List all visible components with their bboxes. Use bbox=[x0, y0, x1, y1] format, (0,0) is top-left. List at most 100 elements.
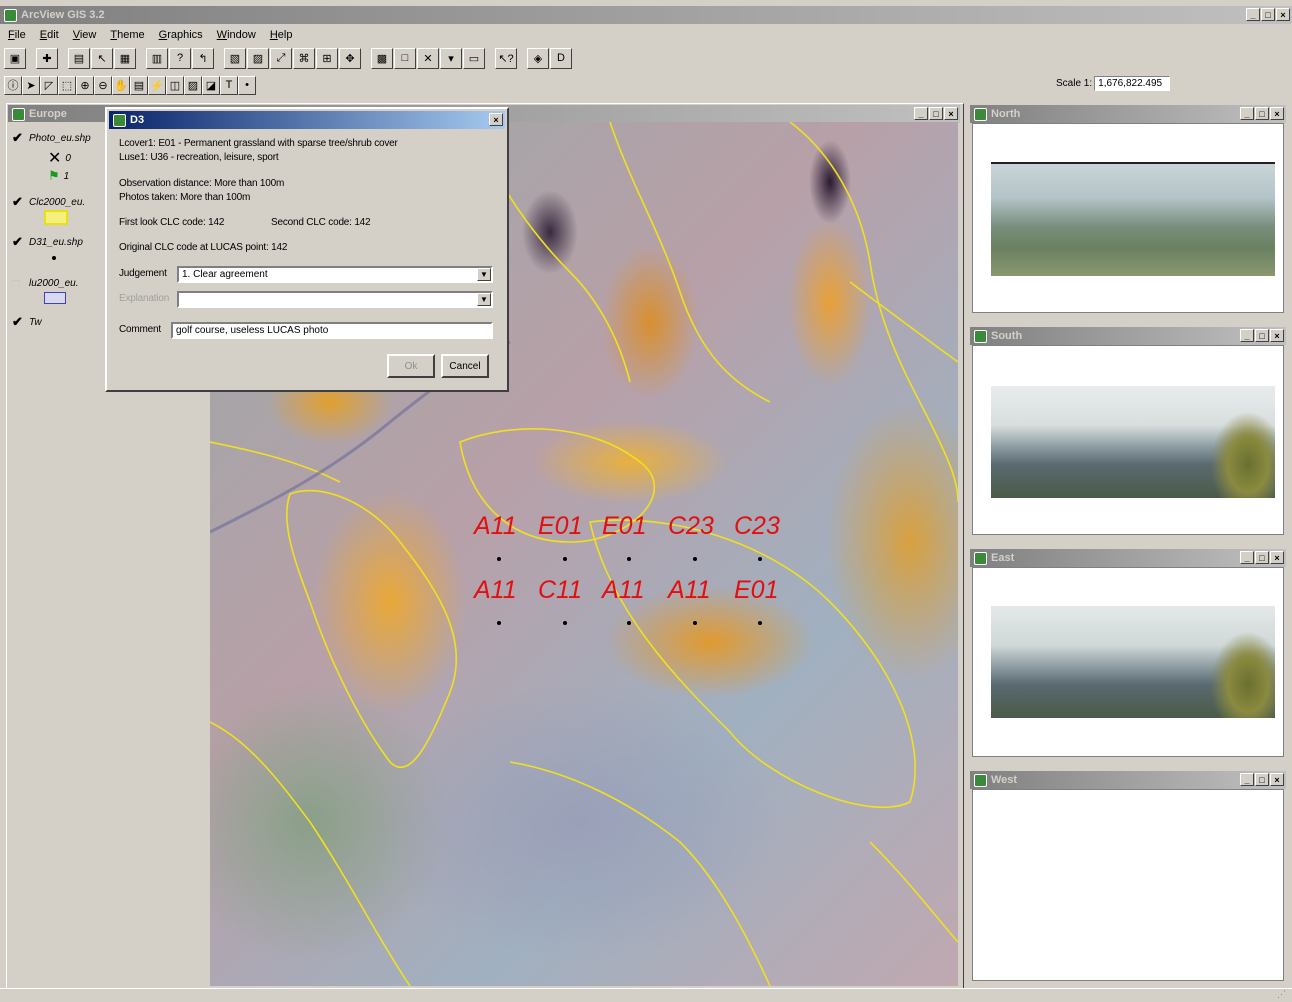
view-close-button[interactable]: × bbox=[944, 107, 958, 120]
dialog-title-bar[interactable]: D3 × bbox=[109, 111, 505, 129]
explanation-select[interactable]: ▼ bbox=[177, 291, 493, 308]
menu-file[interactable]: File bbox=[8, 29, 26, 41]
dropdown-tool-icon[interactable]: ▾ bbox=[440, 47, 462, 69]
lucas-label-r1c3[interactable]: E01 bbox=[602, 512, 646, 541]
lucas-point[interactable] bbox=[497, 557, 501, 561]
close-button[interactable]: × bbox=[1270, 107, 1284, 120]
layout-icon[interactable]: ▭ bbox=[463, 47, 485, 69]
maximize-button[interactable]: □ bbox=[1261, 8, 1275, 21]
chevron-down-icon[interactable]: ▼ bbox=[477, 293, 491, 306]
scale-field[interactable]: 1,676,822.495 bbox=[1094, 76, 1171, 91]
layer-checkbox[interactable]: ✔ bbox=[12, 234, 25, 250]
minimize-button[interactable]: _ bbox=[1240, 551, 1254, 564]
locate-address-icon[interactable]: ↰ bbox=[192, 47, 214, 69]
close-button[interactable]: × bbox=[1270, 329, 1284, 342]
judgement-select[interactable]: 1. Clear agreement ▼ bbox=[177, 266, 493, 283]
zoom-in-fixed-icon[interactable]: ⌘ bbox=[293, 47, 315, 69]
menu-graphics[interactable]: Graphics bbox=[159, 29, 203, 41]
lucas-label-r1c4[interactable]: C23 bbox=[668, 512, 714, 541]
cancel-button[interactable]: Cancel bbox=[441, 354, 489, 378]
label-icon[interactable]: ▨ bbox=[184, 75, 202, 95]
comment-input[interactable]: golf course, useless LUCAS photo bbox=[171, 322, 493, 339]
save-project-icon[interactable]: ▣ bbox=[4, 47, 26, 69]
layer-checkbox[interactable]: ✔ bbox=[12, 194, 25, 210]
clear-selection-icon[interactable]: □ bbox=[394, 47, 416, 69]
menu-theme[interactable]: Theme bbox=[110, 29, 144, 41]
minimize-button[interactable]: _ bbox=[1240, 773, 1254, 786]
layer-checkbox[interactable]: ✔ bbox=[12, 314, 25, 330]
identify-icon[interactable]: ⓘ bbox=[4, 75, 22, 95]
zoom-selected-icon[interactable]: ⤢ bbox=[270, 47, 292, 69]
find-icon[interactable]: ▥ bbox=[146, 47, 168, 69]
layer-checkbox[interactable]: □ bbox=[12, 276, 25, 291]
lucas-label-r2c1[interactable]: A11 bbox=[474, 576, 517, 605]
close-button[interactable]: × bbox=[1270, 773, 1284, 786]
open-table-icon[interactable]: ▦ bbox=[114, 47, 136, 69]
zoom-out-fixed-icon[interactable]: ⊞ bbox=[316, 47, 338, 69]
callout-icon[interactable]: ◪ bbox=[202, 75, 220, 95]
toc-layer-lu2000[interactable]: □ lu2000_eu. bbox=[12, 276, 79, 291]
area-of-interest-icon[interactable]: ◫ bbox=[166, 75, 184, 95]
view-maximize-button[interactable]: □ bbox=[929, 107, 943, 120]
lucas-point[interactable] bbox=[758, 557, 762, 561]
lucas-point[interactable] bbox=[497, 621, 501, 625]
lucas-label-r1c2[interactable]: E01 bbox=[538, 512, 582, 541]
help-icon[interactable]: ↖? bbox=[495, 47, 517, 69]
layer-checkbox[interactable]: ✔ bbox=[12, 130, 25, 146]
pointer-icon[interactable]: ➤ bbox=[22, 75, 40, 95]
lucas-label-r1c1[interactable]: A11 bbox=[474, 512, 517, 541]
dialog-close-button[interactable]: × bbox=[489, 113, 503, 126]
maximize-button[interactable]: □ bbox=[1255, 107, 1269, 120]
lucas-label-r2c4[interactable]: A11 bbox=[668, 576, 711, 605]
delete-icon[interactable]: ✕ bbox=[417, 47, 439, 69]
menu-help[interactable]: Help bbox=[270, 29, 293, 41]
lucas-label-r2c5[interactable]: E01 bbox=[734, 576, 778, 605]
menu-edit[interactable]: Edit bbox=[40, 29, 59, 41]
vertex-edit-icon[interactable]: ◸ bbox=[40, 75, 58, 95]
chevron-down-icon[interactable]: ▼ bbox=[477, 268, 491, 281]
maximize-button[interactable]: □ bbox=[1255, 773, 1269, 786]
minimize-button[interactable]: _ bbox=[1240, 107, 1254, 120]
lucas-point[interactable] bbox=[693, 557, 697, 561]
select-by-theme-icon[interactable]: ▩ bbox=[371, 47, 393, 69]
pan-icon[interactable]: ✋ bbox=[112, 75, 130, 95]
resize-grip-icon[interactable]: ⋰ bbox=[1277, 989, 1286, 1000]
close-button[interactable]: × bbox=[1270, 551, 1284, 564]
menu-window[interactable]: Window bbox=[217, 29, 256, 41]
minimize-button[interactable]: _ bbox=[1246, 8, 1260, 21]
toc-layer-photo[interactable]: ✔ Photo_eu.shp bbox=[12, 130, 91, 146]
zoom-previous-icon[interactable]: ✥ bbox=[339, 47, 361, 69]
lucas-label-r2c3[interactable]: A11 bbox=[602, 576, 645, 605]
lucas-label-r2c2[interactable]: C11 bbox=[538, 576, 582, 605]
west-window-title-bar[interactable]: West _ □ × bbox=[970, 771, 1286, 789]
query-builder-icon[interactable]: ? bbox=[169, 47, 191, 69]
theme-properties-icon[interactable]: ▤ bbox=[68, 47, 90, 69]
lucas-point[interactable] bbox=[563, 557, 567, 561]
close-button[interactable]: × bbox=[1276, 8, 1290, 21]
add-theme-icon[interactable]: ✚ bbox=[36, 47, 58, 69]
lucas-label-r1c5[interactable]: C23 bbox=[734, 512, 780, 541]
north-window-title-bar[interactable]: North _ □ × bbox=[970, 105, 1286, 123]
lucas-point[interactable] bbox=[563, 621, 567, 625]
zoom-out-icon[interactable]: ⊖ bbox=[94, 75, 112, 95]
zoom-in-icon[interactable]: ⊕ bbox=[76, 75, 94, 95]
extension-icon[interactable]: ◈ bbox=[527, 47, 549, 69]
maximize-button[interactable]: □ bbox=[1255, 329, 1269, 342]
d-button-icon[interactable]: D bbox=[550, 47, 572, 69]
view-minimize-button[interactable]: _ bbox=[914, 107, 928, 120]
menu-view[interactable]: View bbox=[73, 29, 97, 41]
lucas-point[interactable] bbox=[627, 621, 631, 625]
ok-button[interactable]: Ok bbox=[387, 354, 435, 378]
toc-layer-tw[interactable]: ✔ Tw bbox=[12, 314, 42, 330]
zoom-active-icon[interactable]: ▨ bbox=[247, 47, 269, 69]
measure-icon[interactable]: ▤ bbox=[130, 75, 148, 95]
select-feature-icon[interactable]: ⬚ bbox=[58, 75, 76, 95]
lucas-point[interactable] bbox=[693, 621, 697, 625]
hotlink-icon[interactable]: ⚡ bbox=[148, 75, 166, 95]
edit-legend-icon[interactable]: ↖ bbox=[91, 47, 113, 69]
lucas-point[interactable] bbox=[758, 621, 762, 625]
toc-layer-clc2000[interactable]: ✔ Clc2000_eu. bbox=[12, 194, 85, 210]
maximize-button[interactable]: □ bbox=[1255, 551, 1269, 564]
text-tool-icon[interactable]: T bbox=[220, 75, 238, 95]
zoom-full-icon[interactable]: ▧ bbox=[224, 47, 246, 69]
